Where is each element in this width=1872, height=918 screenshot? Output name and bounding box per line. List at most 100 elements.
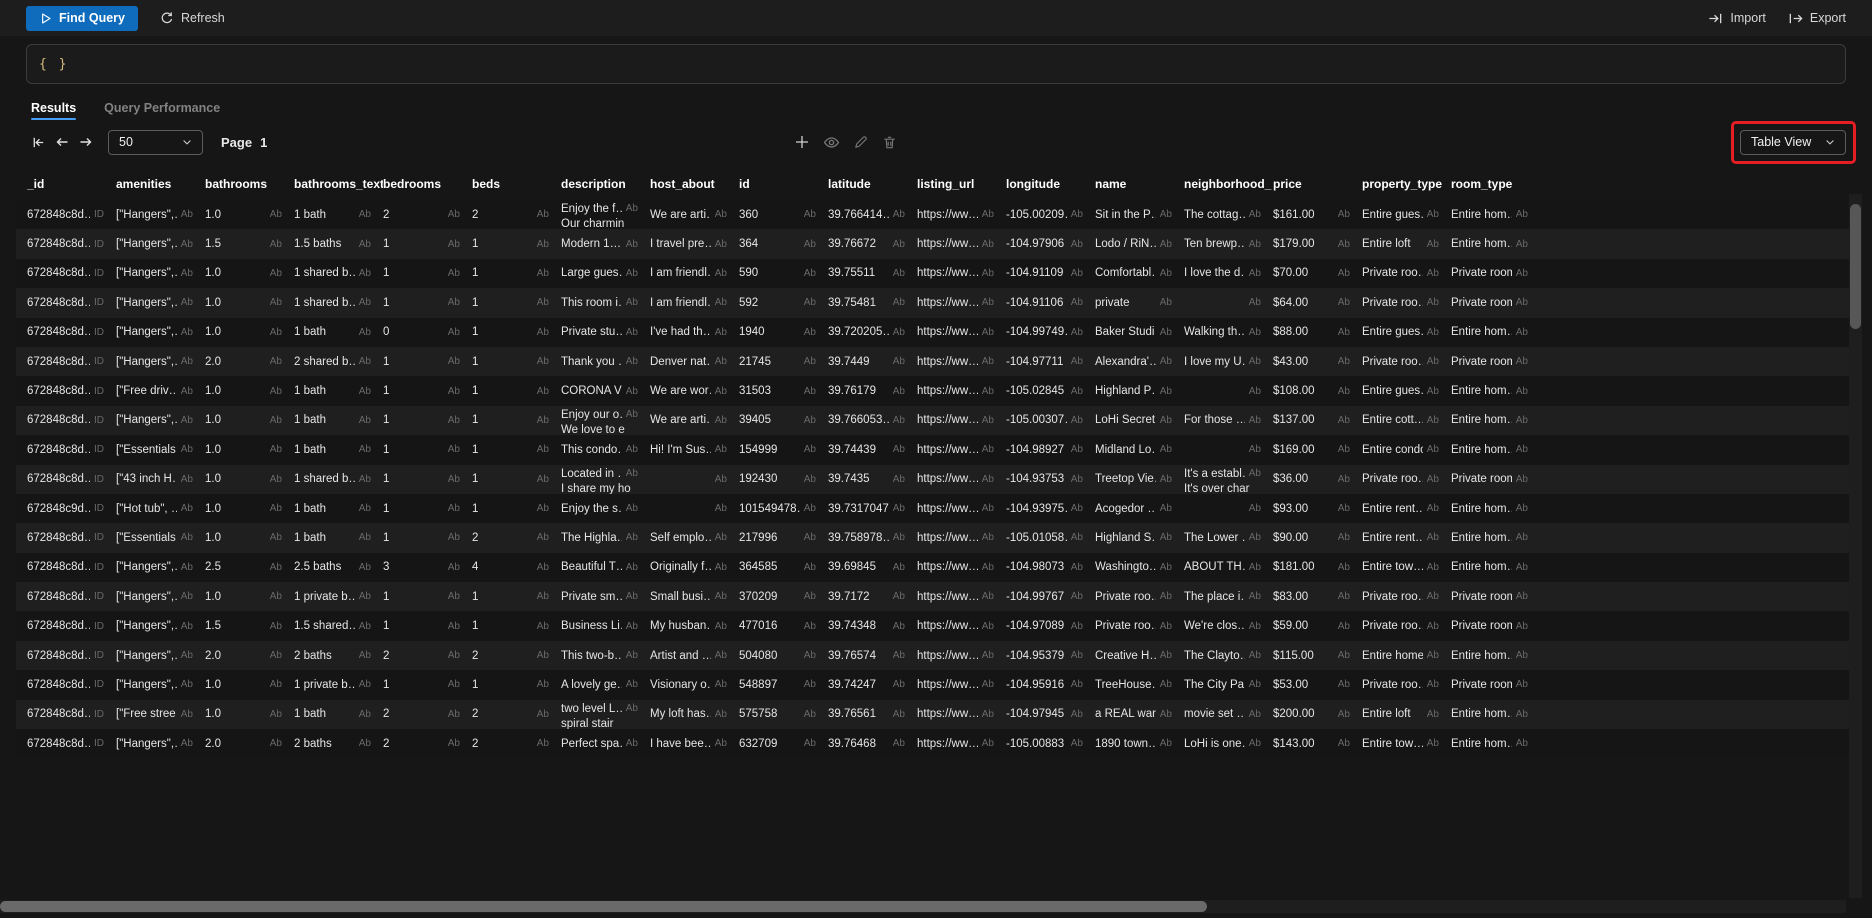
type-badge: Ab [893,679,905,690]
cell-bathrooms_text: 1.5 shared…Ab [294,611,383,640]
tab-results[interactable]: Results [31,93,76,122]
cell-bathrooms: 2.0Ab [205,641,294,670]
view-document-button[interactable] [822,133,840,151]
column-header-listing_url[interactable]: listing_url [917,177,1006,191]
cell-description: Business Li…Ab [561,611,650,640]
cell-latitude: 39.7435Ab [828,465,917,494]
table-row[interactable]: 672848c8d…ID["Essentials…Ab1.0Ab1 bathAb… [16,523,1856,552]
cell-value: $90.00 [1273,532,1308,544]
type-badge: ID [94,327,104,338]
table-row[interactable]: 672848c8d…ID["Hangers",…Ab2.0Ab2 bathsAb… [16,729,1856,758]
horizontal-scrollbar-thumb[interactable] [0,901,1207,912]
cell-beds: 1Ab [472,347,561,376]
column-header-price[interactable]: price [1273,177,1362,191]
import-button[interactable]: Import [1708,11,1765,26]
cell-bathrooms_text: 2 shared b…Ab [294,347,383,376]
cell-description: Located in …AbI share my ho [561,465,650,494]
table-row[interactable]: 672848c8d…ID["Hangers",…Ab1.5Ab1.5 share… [16,611,1856,640]
column-header-room_type[interactable]: room_type [1451,177,1540,191]
cell-description: Beautiful T…Ab [561,553,650,582]
cell-neighborhood_: The Clayto…Ab [1184,641,1273,670]
vertical-scrollbar[interactable] [1849,194,1862,898]
table-row[interactable]: 672848c8d…ID["Hangers",…Ab1.0Ab1 private… [16,582,1856,611]
cell-beds: 1Ab [472,318,561,347]
vertical-scrollbar-thumb[interactable] [1850,204,1861,329]
table-row[interactable]: 672848c8d…ID["43 inch H…Ab1.0Ab1 shared … [16,465,1856,494]
table-row[interactable]: 672848c8d…ID["Hangers",…Ab1.0Ab1 private… [16,670,1856,699]
cell-latitude: 39.766414…Ab [828,200,917,229]
table-row[interactable]: 672848c8d…ID["Free driv…Ab1.0Ab1 bathAb1… [16,376,1856,405]
export-button[interactable]: Export [1788,11,1846,26]
type-badge: Ab [982,474,994,485]
table-row[interactable]: 672848c8d…ID["Hangers",…Ab1.5Ab1.5 baths… [16,229,1856,258]
table-row[interactable]: 672848c8d…ID["Hangers",…Ab1.0Ab1 bathAb0… [16,318,1856,347]
horizontal-scrollbar[interactable] [0,900,1846,913]
tab-query-performance[interactable]: Query Performance [104,93,220,122]
previous-page-button[interactable] [50,130,74,154]
column-header-host_about[interactable]: host_about [650,177,739,191]
cell-value: 672848c8d… [27,238,90,250]
cell-value: 39.7172 [828,591,870,603]
cell-host_about: I am friendl…Ab [650,259,739,288]
cell-value: 2.0 [205,356,221,368]
table-row[interactable]: 672848c8d…ID["Hangers",…Ab2.5Ab2.5 baths… [16,553,1856,582]
column-header-amenities[interactable]: amenities [116,177,205,191]
table-row[interactable]: 672848c8d…ID["Essentials…Ab1.0Ab1 bathAb… [16,435,1856,464]
table-row[interactable]: 672848c8d…ID["Hangers",…Ab1.0Ab1 bathAb2… [16,200,1856,229]
column-header-property_type[interactable]: property_type [1362,177,1451,191]
column-header-longitude[interactable]: longitude [1006,177,1095,191]
type-badge: Ab [1249,503,1261,514]
refresh-button[interactable]: Refresh [160,11,225,25]
cell-property_type: Entire homeAb [1362,641,1451,670]
cell-bedrooms: 1Ab [383,229,472,258]
cell-id: 360Ab [739,200,828,229]
table-row[interactable]: 672848c8d…ID["Hangers",…Ab1.0Ab1 shared … [16,288,1856,317]
cell-value: Entire tow… [1362,738,1423,750]
cell-property_type: Private roo…Ab [1362,611,1451,640]
type-badge: Ab [359,532,371,543]
type-badge: Ab [1516,297,1528,308]
type-badge: Ab [626,409,638,420]
find-query-button[interactable]: Find Query [26,6,138,31]
column-header-bedrooms[interactable]: bedrooms [383,177,472,191]
type-badge: Ab [982,738,994,749]
column-header-name[interactable]: name [1095,177,1184,191]
table-row[interactable]: 672848c8d…ID["Hangers",…Ab2.0Ab2 bathsAb… [16,641,1856,670]
column-header-description[interactable]: description [561,177,650,191]
table-row[interactable]: 672848c8d…ID["Hangers",…Ab1.0Ab1 bathAb1… [16,406,1856,435]
cell-value: 1 private b… [294,679,355,691]
table-row[interactable]: 672848c8d…ID["Hangers",…Ab2.0Ab2 shared … [16,347,1856,376]
column-header-neighborhood_[interactable]: neighborhood_ [1184,177,1273,191]
cell-value: My loft has… [650,708,711,720]
cell-longitude: -104.99749…Ab [1006,318,1095,347]
column-header-id[interactable]: id [739,177,828,191]
add-document-button[interactable] [793,133,811,151]
table-view-dropdown[interactable]: Table View [1740,130,1846,155]
type-badge: Ab [626,203,638,214]
next-page-button[interactable] [74,130,98,154]
cell-latitude: 39.7172Ab [828,582,917,611]
type-badge: Ab [1160,738,1172,749]
cell-value: 39.76561 [828,708,876,720]
table-row[interactable]: 672848c8d…ID["Free stree…Ab1.0Ab1 bathAb… [16,700,1856,729]
column-header-_id[interactable]: _id [27,177,116,191]
cell-value: 39.74348 [828,620,876,632]
column-header-beds[interactable]: beds [472,177,561,191]
page-size-select[interactable]: 50 [108,130,203,155]
type-badge: Ab [1516,444,1528,455]
table-row[interactable]: 672848c9d…ID["Hot tub", …Ab1.0Ab1 bathAb… [16,494,1856,523]
first-page-button[interactable] [26,130,50,154]
cell-beds: 1Ab [472,670,561,699]
query-editor[interactable]: { } [26,44,1846,84]
column-header-bathrooms_text[interactable]: bathrooms_text [294,177,383,191]
delete-document-button[interactable] [880,133,898,151]
cell-value: 632709 [739,738,777,750]
type-badge: Ab [804,297,816,308]
cell-value: Entire gues… [1362,209,1423,221]
table-row[interactable]: 672848c8d…ID["Hangers",…Ab1.0Ab1 shared … [16,259,1856,288]
cell-value: https://ww… [917,297,978,309]
column-header-latitude[interactable]: latitude [828,177,917,191]
column-header-bathrooms[interactable]: bathrooms [205,177,294,191]
type-badge: Ab [448,209,460,220]
edit-document-button[interactable] [851,133,869,151]
